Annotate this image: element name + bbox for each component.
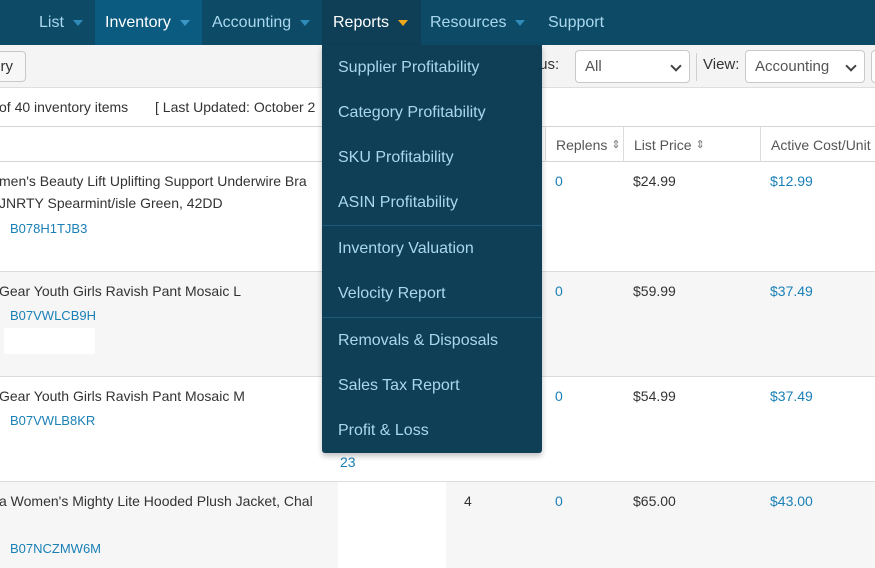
last-updated: [ Last Updated: October 2 bbox=[155, 99, 316, 115]
chevron-down-icon bbox=[300, 20, 311, 26]
chevron-down-icon bbox=[72, 20, 83, 26]
nav-accounting-label: Accounting bbox=[212, 13, 292, 31]
reports-dropdown-menu: Supplier Profitability Category Profitab… bbox=[322, 45, 542, 453]
list-price-value: $65.00 bbox=[633, 493, 676, 509]
product-title[interactable]: Gear Youth Girls Ravish Pant Mosaic M bbox=[0, 385, 245, 407]
list-price-value: $54.99 bbox=[633, 388, 676, 404]
nav-support[interactable]: Support bbox=[538, 0, 628, 45]
nav-accounting[interactable]: Accounting bbox=[202, 0, 322, 45]
active-cost-value[interactable]: $37.49 bbox=[770, 388, 813, 404]
nav-resources-label: Resources bbox=[430, 13, 507, 31]
nav-inventory-label: Inventory bbox=[105, 13, 171, 31]
product-title-line2: JNRTY Spearmint/isle Green, 42DD bbox=[0, 195, 223, 211]
chevron-down-icon bbox=[515, 20, 526, 26]
active-cost-value[interactable]: $37.49 bbox=[770, 283, 813, 299]
menu-item-velocity-report[interactable]: Velocity Report bbox=[322, 271, 542, 316]
replens-value[interactable]: 0 bbox=[555, 493, 563, 509]
menu-item-removals-disposals[interactable]: Removals & Disposals bbox=[322, 318, 542, 363]
nav-reports[interactable]: Reports bbox=[322, 0, 421, 45]
header-active-cost-label: Active Cost/Unit bbox=[771, 136, 871, 153]
replens-value[interactable]: 0 bbox=[555, 283, 563, 299]
list-price-value: $59.99 bbox=[633, 283, 676, 299]
menu-item-supplier-profitability[interactable]: Supplier Profitability bbox=[322, 45, 542, 90]
chevron-down-icon bbox=[179, 20, 190, 26]
product-thumbnail bbox=[4, 328, 95, 354]
view-select-value: Accounting bbox=[755, 58, 830, 75]
toolbar-control-edge[interactable] bbox=[871, 50, 875, 83]
menu-item-sku-profitability[interactable]: SKU Profitability bbox=[322, 135, 542, 180]
table-row: a Women's Mighty Lite Hooded Plush Jacke… bbox=[0, 482, 875, 568]
menu-item-category-profitability[interactable]: Category Profitability bbox=[322, 90, 542, 135]
sort-icon: ⇕ bbox=[695, 139, 705, 151]
nav-reports-label: Reports bbox=[333, 13, 390, 31]
product-title[interactable]: a Women's Mighty Lite Hooded Plush Jacke… bbox=[0, 490, 313, 512]
toolbar-divider bbox=[696, 53, 697, 81]
menu-item-inventory-valuation[interactable]: Inventory Valuation bbox=[322, 226, 542, 271]
list-price-value: $24.99 bbox=[633, 173, 676, 189]
product-title[interactable]: Gear Youth Girls Ravish Pant Mosaic L bbox=[0, 280, 241, 302]
nav-list-label: List bbox=[39, 13, 64, 31]
history-button[interactable]: ry bbox=[0, 51, 26, 82]
asin-link[interactable]: B07VWLB8KR bbox=[10, 413, 95, 428]
sort-icon: ⇕ bbox=[611, 139, 621, 151]
asin-link[interactable]: B07NCZMW6M bbox=[10, 541, 101, 556]
replens-value[interactable]: 0 bbox=[555, 388, 563, 404]
chevron-down-icon bbox=[670, 60, 682, 72]
header-replens[interactable]: Replens ⇕ bbox=[545, 127, 623, 162]
chevron-down-icon bbox=[845, 60, 857, 72]
history-button-label: ry bbox=[0, 58, 14, 75]
header-replens-label: Replens bbox=[556, 136, 608, 153]
view-label: View: bbox=[703, 56, 740, 73]
replens-value[interactable]: 0 bbox=[555, 173, 563, 189]
chevron-down-icon bbox=[398, 20, 409, 26]
item-count: of 40 inventory items bbox=[0, 99, 129, 115]
row-extra-link[interactable]: 23 bbox=[340, 454, 356, 470]
quantity-value: 4 bbox=[464, 493, 472, 509]
nav-resources[interactable]: Resources bbox=[421, 0, 538, 45]
nav-support-label: Support bbox=[548, 13, 605, 31]
view-select[interactable]: Accounting bbox=[745, 50, 865, 83]
status-select[interactable]: All bbox=[575, 50, 690, 83]
product-title[interactable]: men's Beauty Lift Uplifting Support Unde… bbox=[0, 170, 307, 192]
menu-item-sales-tax-report[interactable]: Sales Tax Report bbox=[322, 363, 542, 408]
active-cost-value[interactable]: $43.00 bbox=[770, 493, 813, 509]
menu-item-asin-profitability[interactable]: ASIN Profitability bbox=[322, 180, 542, 225]
nav-inventory[interactable]: Inventory bbox=[95, 0, 202, 45]
header-list-price[interactable]: List Price ⇕ bbox=[623, 127, 760, 162]
menu-item-profit-loss[interactable]: Profit & Loss bbox=[322, 408, 542, 453]
header-active-cost[interactable]: Active Cost/Unit bbox=[760, 127, 875, 162]
asin-link[interactable]: B07VWLCB9H bbox=[10, 308, 96, 323]
nav-list[interactable]: List bbox=[0, 0, 95, 45]
product-image-cell bbox=[338, 482, 446, 568]
asin-link[interactable]: B078H1TJB3 bbox=[10, 221, 87, 236]
header-list-price-label: List Price bbox=[634, 136, 692, 153]
top-nav: List Inventory Accounting Reports Resour… bbox=[0, 0, 875, 45]
status-select-value: All bbox=[585, 58, 602, 75]
active-cost-value[interactable]: $12.99 bbox=[770, 173, 813, 189]
